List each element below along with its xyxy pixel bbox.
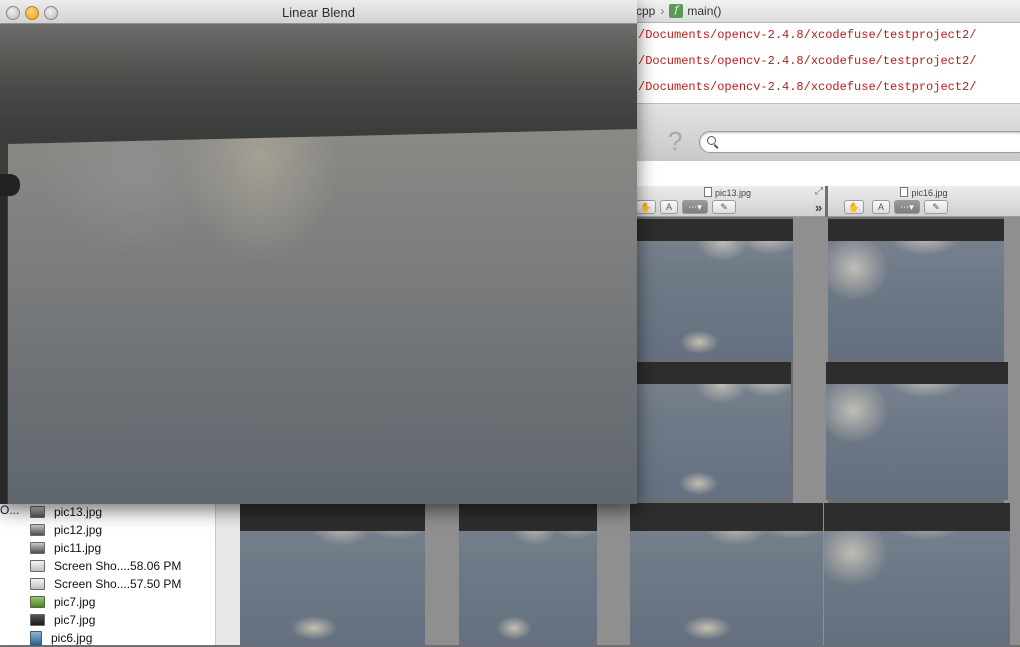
image-icon [30,614,45,626]
function-icon: f [669,4,684,18]
chevron-right-icon: › [660,4,665,18]
image-icon [30,542,45,554]
jump-bar: cpp › f main() [600,0,1020,23]
library-strip [600,161,1020,186]
list-item[interactable]: pic13.jpg [30,503,102,521]
preview-window-header: pic13.jpg ✋ A ⋯▾ ✎ [630,186,825,217]
image-icon [30,524,45,536]
help-icon[interactable]: ? [668,126,682,157]
list-item[interactable]: pic6.jpg [30,629,92,647]
jumpbar-function-crumb[interactable]: main() [687,4,721,18]
preview-image[interactable] [637,362,791,500]
search-input[interactable] [699,131,1020,153]
screenshot-icon [30,560,45,572]
list-item[interactable]: pic7.jpg [30,611,95,629]
finder-file-list: pic13.jpg pic12.jpg pic11.jpg Screen Sho… [0,500,216,647]
image-preview-icon [30,630,42,646]
preview-image[interactable] [824,503,1010,645]
blended-image[interactable] [0,24,637,504]
window-edge [215,500,240,645]
annotate-pen-button[interactable]: ✎ [712,200,736,214]
debug-console[interactable]: /Documents/opencv-2.4.8/xcodefuse/testpr… [600,23,1020,103]
search-icon [707,136,716,145]
window-gap [597,503,630,645]
preview-title: pic16.jpg [911,188,948,198]
list-item[interactable]: pic12.jpg [30,521,102,539]
preview-image[interactable] [459,503,597,645]
list-item[interactable]: pic7.jpg [30,593,95,611]
annotate-pen-button[interactable]: ✎ [924,200,948,214]
list-item[interactable]: pic11.jpg [30,539,101,557]
preview-image[interactable] [637,219,793,359]
select-tool-button[interactable]: ⋯▾ [682,200,708,214]
console-line: /Documents/opencv-2.4.8/xcodefuse/testpr… [638,28,977,42]
preview-image[interactable] [826,362,1008,500]
preview-title: pic13.jpg [714,188,752,198]
window-titlebar[interactable]: Linear Blend [0,0,637,24]
toolbar-overflow-icon[interactable]: » [815,200,822,215]
list-item[interactable]: Screen Sho....57.50 PM [30,575,181,593]
fullscreen-icon[interactable]: ⤢ [815,186,823,197]
preview-image[interactable] [240,503,425,645]
document-icon [703,187,712,197]
text-tool-button[interactable]: A [660,200,678,214]
window-title: Linear Blend [282,5,355,20]
window-gap [425,503,459,645]
text-tool-button[interactable]: A [872,200,890,214]
console-line: /Documents/opencv-2.4.8/xcodefuse/testpr… [638,80,977,94]
preview-window-header: pic16.jpg ✋ A ⋯▾ ✎ [828,186,1020,217]
select-tool-button[interactable]: ⋯▾ [894,200,920,214]
screenshot-icon [30,578,45,590]
console-line: /Documents/opencv-2.4.8/xcodefuse/testpr… [638,54,977,68]
truncated-item-label: O... [0,503,20,517]
preview-image[interactable] [828,219,1004,359]
hand-tool-button[interactable]: ✋ [636,200,656,214]
image-preview-icon [30,596,45,608]
document-icon [900,187,909,197]
jumpbar-file-crumb[interactable]: cpp [636,4,655,18]
hand-tool-button[interactable]: ✋ [844,200,864,214]
linear-blend-window: Linear Blend [0,0,637,504]
image-icon [30,506,45,518]
preview-image[interactable] [630,503,823,645]
list-item[interactable]: Screen Sho....58.06 PM [30,557,181,575]
